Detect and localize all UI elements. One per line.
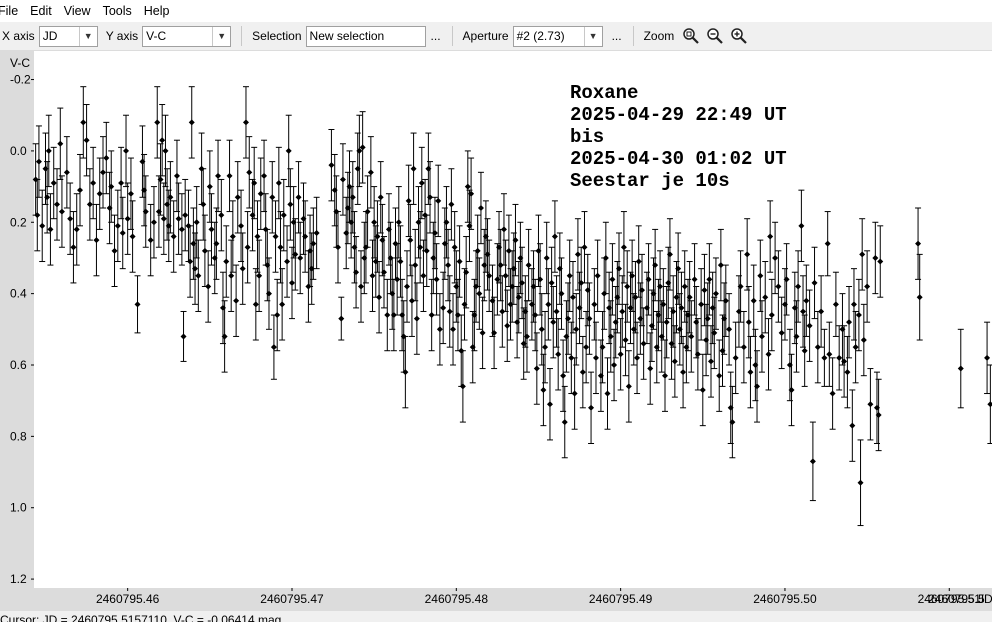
zoom-fit-button[interactable] bbox=[680, 25, 702, 47]
x-tick-label: 2460795.50 bbox=[753, 592, 817, 606]
chevron-down-icon: ▼ bbox=[212, 26, 230, 46]
zoom-out-icon bbox=[707, 28, 724, 44]
y-axis-value: V-C bbox=[146, 29, 167, 43]
aperture-value: #2 (2.73) bbox=[516, 29, 565, 43]
y-tick-label: 1.0 bbox=[10, 501, 27, 515]
light-curve-chart[interactable]: V-C -0.2 0.0 0.2 0.4 0.6 0.8 1.0 1.2 2460795.46… bbox=[0, 51, 992, 611]
y-axis-title: V-C bbox=[10, 56, 30, 70]
x-axis-label: X axis bbox=[2, 29, 35, 43]
menu-tools[interactable]: Tools bbox=[97, 0, 138, 22]
y-tick-label: 0.6 bbox=[10, 358, 27, 372]
y-axis-label: Y axis bbox=[105, 29, 139, 43]
annotation-line: Roxane bbox=[570, 82, 638, 104]
zoom-out-button[interactable] bbox=[704, 25, 726, 47]
aperture-more-button[interactable]: ... bbox=[607, 29, 627, 43]
x-tick-label: 2460795.48 bbox=[425, 592, 489, 606]
zoom-in-icon bbox=[731, 28, 748, 44]
menu-edit[interactable]: Edit bbox=[24, 0, 58, 22]
cursor-readout: Cursor: JD = 2460795.5157110, V-C = -0.0… bbox=[0, 613, 282, 622]
zoom-fit-icon bbox=[683, 28, 700, 44]
toolbar-separator bbox=[451, 26, 453, 46]
toolbar: X axis JD ▼ Y axis V-C ▼ Selection New s… bbox=[0, 22, 992, 51]
annotation-line: Seestar je 10s bbox=[570, 170, 730, 192]
aperture-label: Aperture bbox=[462, 29, 509, 43]
chevron-down-icon: ▼ bbox=[583, 26, 602, 46]
plot-area[interactable] bbox=[34, 51, 992, 588]
x-axis-unit-label: JD bbox=[978, 592, 992, 606]
x-axis-select[interactable]: JD ▼ bbox=[38, 25, 98, 47]
x-tick-label: 2460795.49 bbox=[589, 592, 653, 606]
x-tick-label: 2460795.46 bbox=[96, 592, 160, 606]
status-bar: Cursor: JD = 2460795.5157110, V-C = -0.0… bbox=[0, 611, 992, 622]
zoom-label: Zoom bbox=[643, 29, 675, 43]
toolbar-separator bbox=[241, 26, 243, 46]
menu-view[interactable]: View bbox=[58, 0, 97, 22]
y-axis-select[interactable]: V-C ▼ bbox=[142, 25, 232, 47]
menu-bar: File Edit View Tools Help bbox=[0, 0, 992, 22]
x-tick-label: 2460795.5 bbox=[928, 592, 985, 606]
annotation-line: 2025-04-30 01:02 UT bbox=[570, 148, 787, 170]
menu-file[interactable]: File bbox=[0, 0, 24, 22]
y-tick-label: 1.2 bbox=[10, 572, 27, 586]
selection-field[interactable]: New selection bbox=[305, 25, 426, 47]
y-tick-label: -0.2 bbox=[10, 73, 31, 87]
aperture-select[interactable]: #2 (2.73) ▼ bbox=[512, 25, 603, 47]
selection-more-button[interactable]: ... bbox=[426, 29, 446, 43]
y-tick-label: 0.8 bbox=[10, 429, 27, 443]
y-tick-label: 0.4 bbox=[10, 287, 27, 301]
y-tick-label: 0.0 bbox=[10, 144, 27, 158]
y-tick-label: 0.2 bbox=[10, 215, 27, 229]
annotation-line: bis bbox=[570, 126, 604, 148]
annotation-line: 2025-04-29 22:49 UT bbox=[570, 104, 787, 126]
selection-label: Selection bbox=[252, 29, 302, 43]
toolbar-separator bbox=[632, 26, 634, 46]
chevron-down-icon: ▼ bbox=[78, 26, 97, 46]
zoom-in-button[interactable] bbox=[728, 25, 750, 47]
x-axis-value: JD bbox=[42, 29, 58, 43]
menu-help[interactable]: Help bbox=[138, 0, 176, 22]
x-tick-label: 2460795.47 bbox=[260, 592, 324, 606]
